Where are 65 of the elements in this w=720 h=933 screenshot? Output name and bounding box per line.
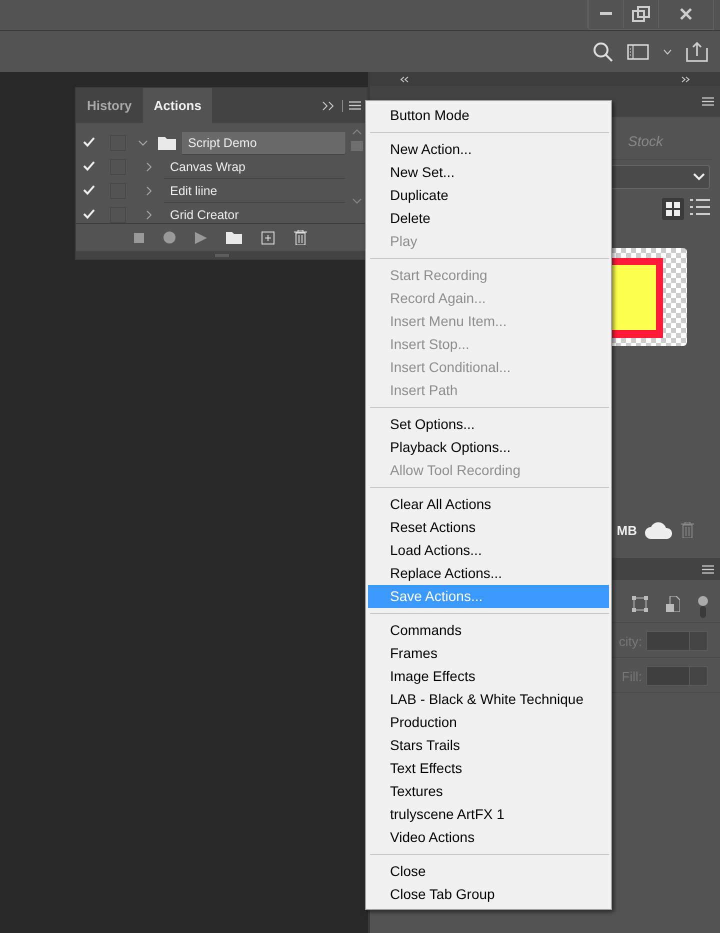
menu-icon[interactable] bbox=[702, 97, 714, 106]
cloud-icon[interactable] bbox=[645, 521, 673, 539]
menu-icon[interactable] bbox=[702, 564, 714, 574]
restore-icon[interactable] bbox=[632, 6, 650, 22]
menu-item[interactable]: Video Actions bbox=[368, 826, 609, 849]
workspace-icon[interactable] bbox=[627, 44, 649, 60]
menu-item[interactable]: Production bbox=[368, 711, 609, 734]
action-row[interactable]: Edit liine bbox=[164, 180, 345, 202]
menu-item[interactable]: Replace Actions... bbox=[368, 562, 609, 585]
minimize-icon[interactable] bbox=[600, 12, 612, 16]
menu-item[interactable]: New Set... bbox=[368, 161, 609, 184]
menu-item[interactable]: Button Mode bbox=[368, 104, 609, 127]
folder-icon bbox=[158, 136, 176, 150]
menu-item[interactable]: Delete bbox=[368, 207, 609, 230]
play-icon[interactable] bbox=[195, 232, 207, 244]
opacity-field[interactable] bbox=[646, 631, 708, 651]
menu-item[interactable]: Frames bbox=[368, 642, 609, 665]
new-action-icon[interactable] bbox=[261, 230, 275, 244]
checkmark-icon[interactable] bbox=[83, 185, 95, 195]
menu-item[interactable]: Close Tab Group bbox=[368, 883, 609, 906]
menu-icon[interactable] bbox=[349, 101, 361, 110]
menu-item[interactable]: Duplicate bbox=[368, 184, 609, 207]
menu-item[interactable]: Image Effects bbox=[368, 665, 609, 688]
menu-item[interactable]: Textures bbox=[368, 780, 609, 803]
menu-item[interactable]: Commands bbox=[368, 619, 609, 642]
menu-item[interactable]: Close bbox=[368, 860, 609, 883]
resize-grip-icon[interactable] bbox=[214, 254, 228, 256]
close-icon[interactable] bbox=[679, 7, 693, 21]
record-icon[interactable] bbox=[163, 231, 176, 244]
share-icon[interactable] bbox=[686, 42, 708, 62]
transform-icon[interactable] bbox=[632, 596, 648, 612]
menu-item[interactable]: Stars Trails bbox=[368, 734, 609, 757]
menu-item[interactable]: LAB - Black & White Technique bbox=[368, 688, 609, 711]
fill-field[interactable] bbox=[646, 666, 708, 686]
menu-item[interactable]: trulyscene ArtFX 1 bbox=[368, 803, 609, 826]
folder-icon[interactable] bbox=[226, 232, 242, 244]
collapse-right-icon[interactable] bbox=[681, 76, 690, 82]
menu-item[interactable]: Set Options... bbox=[368, 413, 609, 436]
grid-view-icon[interactable] bbox=[662, 198, 684, 220]
document-icon[interactable] bbox=[666, 596, 680, 612]
search-icon[interactable] bbox=[593, 42, 613, 62]
scroll-thumb[interactable] bbox=[351, 141, 363, 151]
checkmark-icon[interactable] bbox=[83, 137, 95, 147]
menu-item[interactable]: Load Actions... bbox=[368, 539, 609, 562]
menu-item[interactable]: Text Effects bbox=[368, 757, 609, 780]
action-row[interactable]: Script Demo bbox=[182, 132, 345, 154]
panel-tab[interactable]: Actions bbox=[142, 88, 212, 123]
menu-item[interactable]: New Action... bbox=[368, 138, 609, 161]
chevron-right-icon[interactable] bbox=[146, 162, 152, 172]
menu-item[interactable]: Playback Options... bbox=[368, 436, 609, 459]
chevron-down-icon[interactable] bbox=[663, 48, 672, 54]
action-row[interactable]: Grid Creator bbox=[164, 204, 345, 223]
storage-label: MB bbox=[616, 522, 637, 538]
stop-icon[interactable] bbox=[134, 232, 144, 242]
expand-left-icon[interactable] bbox=[400, 76, 409, 82]
checkmark-icon[interactable] bbox=[83, 209, 95, 219]
checkmark-icon[interactable] bbox=[83, 161, 95, 171]
chevron-right-icon[interactable] bbox=[146, 186, 152, 196]
chevron-right-icon[interactable] bbox=[146, 210, 152, 220]
action-row[interactable]: Canvas Wrap bbox=[164, 156, 345, 178]
chevron-down-icon[interactable] bbox=[138, 140, 148, 146]
collapse-icon[interactable] bbox=[322, 100, 336, 110]
menu-item[interactable]: Clear All Actions bbox=[368, 493, 609, 516]
list-view-icon[interactable] bbox=[690, 198, 710, 216]
menu-item[interactable]: Reset Actions bbox=[368, 516, 609, 539]
